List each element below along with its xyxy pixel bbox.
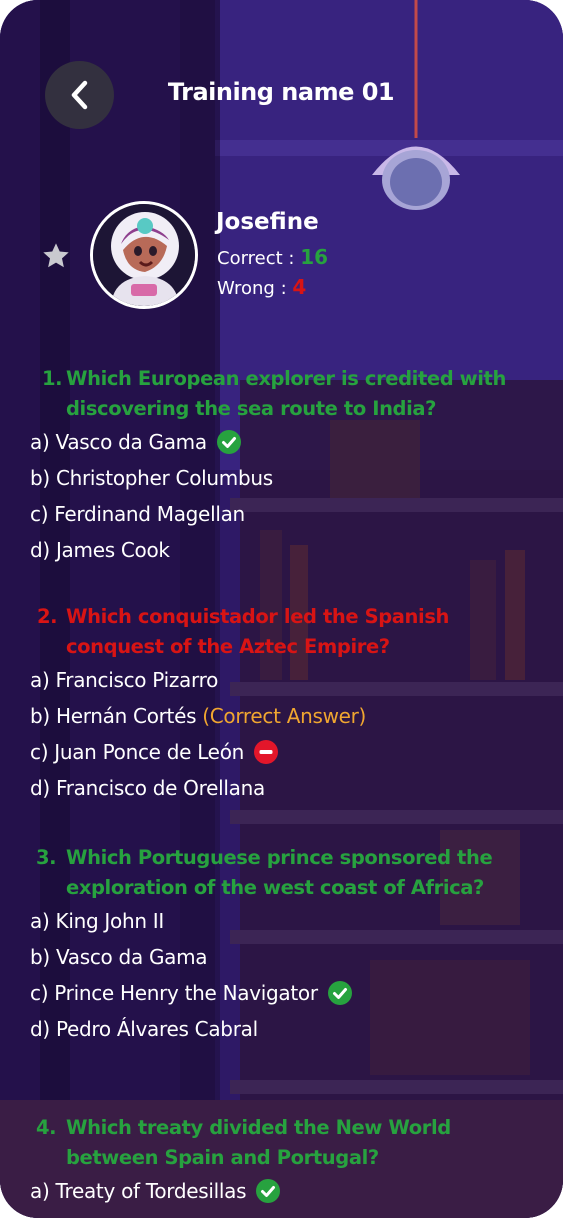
check-icon bbox=[216, 430, 241, 454]
wrong-count: 4 bbox=[292, 275, 307, 299]
question-4: 4. Which treaty divided the New World be… bbox=[0, 1113, 563, 1209]
q2-option-b[interactable]: b) Hernán Cortés (Correct Answer) bbox=[30, 698, 563, 734]
q1-option-d-label: d) James Cook bbox=[30, 538, 170, 562]
question-1-number: 1. bbox=[42, 367, 63, 390]
wrong-label: Wrong : bbox=[217, 278, 287, 299]
question-3: 3. Which Portuguese prince sponsored the… bbox=[0, 843, 563, 1047]
question-4-text: Which treaty divided the New World betwe… bbox=[66, 1116, 451, 1169]
q2-option-a-label: a) Francisco Pizarro bbox=[30, 668, 219, 692]
q1-option-b[interactable]: b) Christopher Columbus bbox=[30, 460, 563, 496]
q3-option-c[interactable]: c) Prince Henry the Navigator bbox=[30, 975, 563, 1011]
q3-option-a[interactable]: a) King John II bbox=[30, 903, 563, 939]
q4-option-a[interactable]: a) Treaty of Tordesillas bbox=[30, 1173, 563, 1209]
question-4-number: 4. bbox=[36, 1116, 57, 1139]
q3-option-b-label: b) Vasco da Gama bbox=[30, 945, 208, 969]
question-3-number: 3. bbox=[36, 846, 57, 869]
back-button[interactable] bbox=[45, 61, 114, 129]
q3-option-b[interactable]: b) Vasco da Gama bbox=[30, 939, 563, 975]
q3-option-d-label: d) Pedro Álvares Cabral bbox=[30, 1017, 258, 1041]
minus-circle-icon bbox=[254, 740, 279, 764]
q1-option-a-label: a) Vasco da Gama bbox=[30, 430, 207, 454]
user-name: Josefine bbox=[216, 209, 319, 235]
q1-option-b-label: b) Christopher Columbus bbox=[30, 466, 273, 490]
avatar bbox=[90, 201, 198, 309]
wrong-stat: Wrong : 4 bbox=[217, 275, 306, 299]
q3-option-d[interactable]: d) Pedro Álvares Cabral bbox=[30, 1011, 563, 1047]
correct-answer-note: (Correct Answer) bbox=[202, 704, 367, 728]
correct-label: Correct : bbox=[217, 248, 295, 269]
q4-option-a-label: a) Treaty of Tordesillas bbox=[30, 1179, 247, 1203]
q1-option-c[interactable]: c) Ferdinand Magellan bbox=[30, 496, 563, 532]
check-icon bbox=[327, 981, 352, 1005]
question-2-number: 2. bbox=[37, 605, 58, 628]
correct-count: 16 bbox=[300, 245, 329, 269]
question-1-heading: 1. Which European explorer is credited w… bbox=[0, 364, 563, 424]
q2-option-c-label: c) Juan Ponce de León bbox=[30, 740, 245, 764]
correct-stat: Correct : 16 bbox=[217, 245, 328, 269]
question-1: 1. Which European explorer is credited w… bbox=[0, 364, 563, 568]
question-3-text: Which Portuguese prince sponsored the ex… bbox=[66, 846, 493, 899]
question-4-heading: 4. Which treaty divided the New World be… bbox=[0, 1113, 563, 1173]
question-2-text: Which conquistador led the Spanish conqu… bbox=[66, 605, 450, 658]
q1-option-d[interactable]: d) James Cook bbox=[30, 532, 563, 568]
q1-option-c-label: c) Ferdinand Magellan bbox=[30, 502, 245, 526]
page-title: Training name 01 bbox=[167, 78, 395, 106]
q1-option-a[interactable]: a) Vasco da Gama bbox=[30, 424, 563, 460]
question-2-heading: 2. Which conquistador led the Spanish co… bbox=[0, 602, 563, 662]
question-2: 2. Which conquistador led the Spanish co… bbox=[0, 602, 563, 806]
q2-option-d-label: d) Francisco de Orellana bbox=[30, 776, 265, 800]
q2-option-c[interactable]: c) Juan Ponce de León bbox=[30, 734, 563, 770]
q2-option-a[interactable]: a) Francisco Pizarro bbox=[30, 662, 563, 698]
screen: Training name 01 Josefine Correct : 16 W… bbox=[0, 0, 563, 1218]
q2-option-d[interactable]: d) Francisco de Orellana bbox=[30, 770, 563, 806]
q2-option-b-label: b) Hernán Cortés bbox=[30, 704, 197, 728]
q3-option-c-label: c) Prince Henry the Navigator bbox=[30, 981, 318, 1005]
astronaut-avatar-image bbox=[93, 204, 195, 306]
question-1-text: Which European explorer is credited with… bbox=[66, 367, 506, 420]
check-icon bbox=[256, 1179, 281, 1203]
q3-option-a-label: a) King John II bbox=[30, 909, 164, 933]
chevron-left-icon bbox=[71, 80, 87, 110]
star-icon[interactable] bbox=[40, 240, 72, 272]
question-3-heading: 3. Which Portuguese prince sponsored the… bbox=[0, 843, 563, 903]
